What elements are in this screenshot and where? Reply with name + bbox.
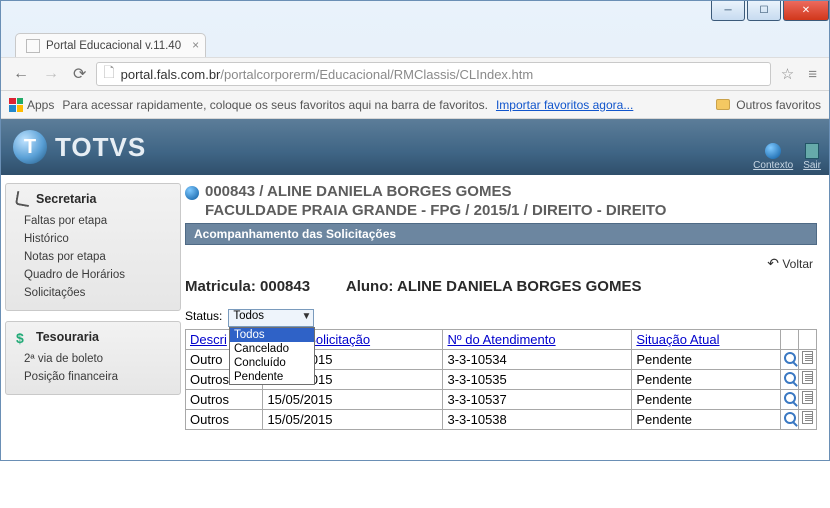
- globe-icon: [765, 143, 781, 159]
- contexto-label: Contexto: [753, 160, 793, 171]
- cell-situacao: Pendente: [632, 369, 781, 389]
- nav-section-secretaria: Secretaria Faltas por etapa Histórico No…: [5, 183, 181, 311]
- money-icon: $: [16, 330, 30, 344]
- status-option-todos[interactable]: Todos: [230, 328, 314, 342]
- status-select[interactable]: Todos: [228, 309, 314, 327]
- section-title: Acompanhamento das Solicitações: [185, 223, 817, 245]
- tab-favicon: [26, 39, 40, 53]
- view-icon[interactable]: [784, 352, 796, 364]
- bookmark-star-icon[interactable]: ☆: [777, 65, 798, 83]
- back-link[interactable]: ↶ Voltar: [185, 255, 813, 272]
- sair-label: Sair: [803, 160, 821, 171]
- address-bar[interactable]: 🗋 portal.fals.com.br/portalcorporerm/Edu…: [96, 62, 770, 86]
- contexto-link[interactable]: Contexto: [753, 143, 793, 171]
- col-doc: [799, 329, 817, 349]
- back-icon[interactable]: ←: [9, 65, 33, 83]
- nav-solicitacoes[interactable]: Solicitações: [6, 284, 180, 302]
- nav-historico[interactable]: Histórico: [6, 230, 180, 248]
- url-path: /portalcorporerm/Educacional/RMClassis/C…: [220, 67, 533, 82]
- sair-link[interactable]: Sair: [803, 143, 821, 171]
- cell-atendimento: 3-3-10537: [443, 389, 632, 409]
- student-context: FACULDADE PRAIA GRANDE - FPG / 2015/1 / …: [205, 202, 666, 221]
- cell-situacao: Pendente: [632, 389, 781, 409]
- col-atendimento[interactable]: Nº do Atendimento: [443, 329, 632, 349]
- app-header: T TOTVS Contexto Sair: [1, 119, 829, 175]
- nav-section-tesouraria: $ Tesouraria 2ª via de boleto Posição fi…: [5, 321, 181, 395]
- document-icon[interactable]: [802, 371, 813, 384]
- nav-notas-por-etapa[interactable]: Notas por etapa: [6, 248, 180, 266]
- tab-close-icon[interactable]: ×: [192, 38, 199, 52]
- reload-icon[interactable]: ⟳: [69, 64, 90, 84]
- back-arrow-icon: ↶: [767, 255, 779, 271]
- cell-data: 15/05/2015: [263, 389, 443, 409]
- globe-icon: [185, 186, 199, 200]
- nav-2a-via-boleto[interactable]: 2ª via de boleto: [6, 350, 180, 368]
- status-option-cancelado[interactable]: Cancelado: [230, 342, 314, 356]
- nav-section-title: Secretaria: [36, 192, 96, 206]
- menu-icon[interactable]: ≡: [804, 66, 821, 83]
- cell-descricao: Outros: [186, 389, 263, 409]
- status-option-concluido[interactable]: Concluído: [230, 356, 314, 370]
- col-situacao[interactable]: Situação Atual: [632, 329, 781, 349]
- view-icon[interactable]: [784, 412, 796, 424]
- clipboard-icon: [15, 191, 31, 207]
- window-maximize-button[interactable]: ☐: [747, 1, 781, 21]
- browser-tab[interactable]: Portal Educacional v.11.40 ×: [15, 33, 206, 57]
- exit-icon: [805, 143, 819, 159]
- folder-icon: [716, 99, 730, 110]
- nav-faltas-por-etapa[interactable]: Faltas por etapa: [6, 212, 180, 230]
- table-row: Outros15/05/20153-3-10537Pendente: [186, 389, 817, 409]
- document-icon[interactable]: [802, 411, 813, 424]
- tab-title: Portal Educacional v.11.40: [46, 40, 181, 52]
- cell-data: 15/05/2015: [263, 409, 443, 429]
- cell-atendimento: 3-3-10534: [443, 349, 632, 369]
- window-minimize-button[interactable]: ─: [711, 1, 745, 21]
- forward-icon: →: [39, 65, 63, 83]
- apps-icon: [9, 98, 23, 112]
- brand-logo-icon: T: [13, 130, 47, 164]
- cell-situacao: Pendente: [632, 409, 781, 429]
- nav-quadro-horarios[interactable]: Quadro de Horários: [6, 266, 180, 284]
- aluno-value: ALINE DANIELA BORGES GOMES: [397, 278, 641, 295]
- col-view: [781, 329, 799, 349]
- cell-atendimento: 3-3-10535: [443, 369, 632, 389]
- table-row: Outros15/05/20153-3-10538Pendente: [186, 409, 817, 429]
- matricula-value: 000843: [260, 278, 310, 295]
- cell-descricao: Outros: [186, 409, 263, 429]
- apps-button[interactable]: Apps: [9, 98, 54, 112]
- document-icon[interactable]: [802, 351, 813, 364]
- document-icon[interactable]: [802, 391, 813, 404]
- status-option-pendente[interactable]: Pendente: [230, 370, 314, 384]
- import-bookmarks-link[interactable]: Importar favoritos agora...: [496, 98, 633, 112]
- status-label: Status:: [185, 309, 222, 323]
- cell-atendimento: 3-3-10538: [443, 409, 632, 429]
- bookmark-hint: Para acessar rapidamente, coloque os seu…: [62, 98, 488, 112]
- aluno-label: Aluno:: [346, 278, 393, 295]
- url-host: portal.fals.com.br: [121, 67, 221, 82]
- window-close-button[interactable]: ✕: [783, 1, 829, 21]
- apps-label: Apps: [27, 98, 54, 112]
- nav-section-title: Tesouraria: [36, 330, 99, 344]
- matricula-label: Matricula:: [185, 278, 256, 295]
- student-id-name: 000843 / ALINE DANIELA BORGES GOMES: [205, 183, 666, 202]
- nav-posicao-financeira[interactable]: Posição financeira: [6, 368, 180, 386]
- status-selected: Todos: [233, 310, 264, 322]
- page-icon: 🗋: [103, 62, 114, 86]
- back-label: Voltar: [782, 257, 813, 271]
- brand-name: TOTVS: [55, 132, 146, 163]
- view-icon[interactable]: [784, 392, 796, 404]
- cell-situacao: Pendente: [632, 349, 781, 369]
- status-dropdown: Todos Cancelado Concluído Pendente: [229, 327, 315, 385]
- view-icon[interactable]: [784, 372, 796, 384]
- other-bookmarks-label[interactable]: Outros favoritos: [736, 98, 821, 112]
